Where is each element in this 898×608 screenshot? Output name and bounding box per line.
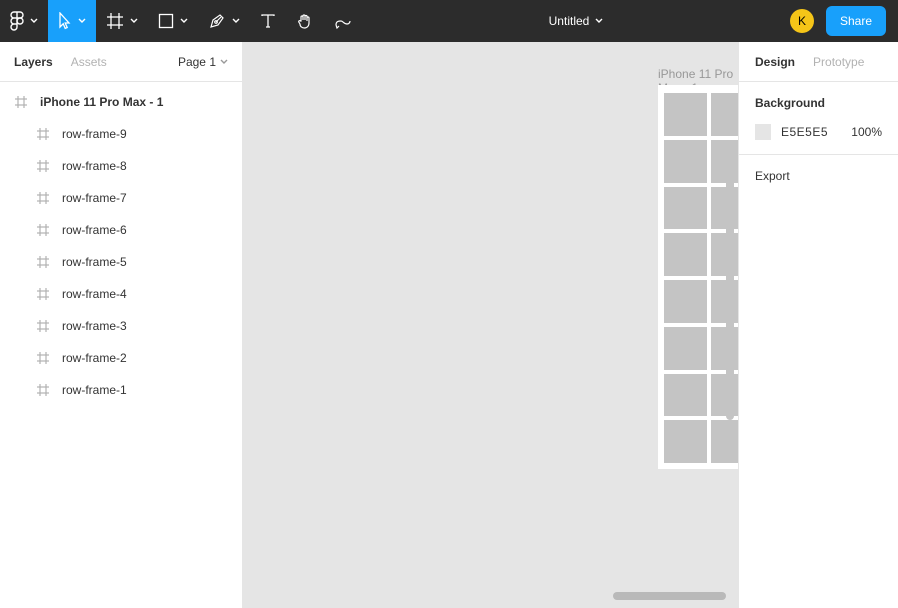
layer-label: row-frame-4 — [62, 287, 127, 301]
background-hex[interactable]: E5E5E5 — [781, 125, 828, 139]
frame-icon — [14, 95, 28, 109]
shape-tool-button[interactable] — [148, 0, 198, 42]
layer-label: row-frame-3 — [62, 319, 127, 333]
grid-cell[interactable] — [664, 280, 707, 323]
layer-item[interactable]: row-frame-8 — [0, 150, 242, 182]
pencil-draw-icon — [334, 12, 352, 30]
text-tool-button[interactable] — [250, 0, 286, 42]
layer-item[interactable]: row-frame-3 — [0, 310, 242, 342]
chevron-down-icon — [595, 18, 603, 24]
pen-tool-button[interactable] — [198, 0, 250, 42]
layer-label: row-frame-1 — [62, 383, 127, 397]
layer-item[interactable]: row-frame-7 — [0, 182, 242, 214]
figma-menu-button[interactable] — [0, 0, 48, 42]
vertical-scrollbar[interactable] — [726, 140, 734, 420]
grid-cell[interactable] — [711, 420, 738, 463]
user-avatar[interactable]: K — [790, 9, 814, 33]
tab-prototype[interactable]: Prototype — [813, 55, 864, 69]
grid-cell[interactable] — [664, 140, 707, 183]
chevron-down-icon — [30, 18, 38, 24]
main-area: Layers Assets Page 1 iPhone 11 Pro Max -… — [0, 42, 898, 608]
tab-design[interactable]: Design — [755, 55, 795, 69]
layer-item[interactable]: row-frame-2 — [0, 342, 242, 374]
background-section: Background E5E5E5 100% — [739, 82, 898, 155]
layer-item[interactable]: row-frame-4 — [0, 278, 242, 310]
frame-icon — [36, 255, 50, 269]
layers-list: iPhone 11 Pro Max - 1 row-frame-9 row-fram… — [0, 82, 242, 410]
tab-layers[interactable]: Layers — [14, 55, 53, 69]
left-panel: Layers Assets Page 1 iPhone 11 Pro Max -… — [0, 42, 243, 608]
page-label: Page 1 — [178, 55, 216, 69]
grid-row — [664, 93, 738, 136]
text-icon — [260, 13, 276, 29]
share-button[interactable]: Share — [826, 6, 886, 36]
grid-cell[interactable] — [664, 187, 707, 230]
comment-tool-button[interactable] — [324, 0, 362, 42]
layer-item[interactable]: row-frame-6 — [0, 214, 242, 246]
figma-logo-icon — [10, 11, 24, 31]
right-panel-tabs: Design Prototype — [739, 42, 898, 82]
layer-label: iPhone 11 Pro Max - 1 — [40, 95, 163, 109]
chevron-down-icon — [180, 18, 188, 24]
hand-icon — [296, 12, 314, 30]
layer-item[interactable]: row-frame-1 — [0, 374, 242, 406]
background-swatch[interactable] — [755, 124, 771, 140]
background-title: Background — [755, 96, 882, 110]
frame-icon — [36, 127, 50, 141]
move-tool-button[interactable] — [48, 0, 96, 42]
layer-label: row-frame-9 — [62, 127, 127, 141]
hand-tool-button[interactable] — [286, 0, 324, 42]
grid-cell[interactable] — [664, 233, 707, 276]
background-opacity[interactable]: 100% — [851, 125, 882, 139]
pen-icon — [208, 12, 226, 30]
frame-icon — [106, 12, 124, 30]
frame-icon — [36, 351, 50, 365]
avatar-initial: K — [798, 14, 806, 28]
frame-icon — [36, 383, 50, 397]
export-section[interactable]: Export — [739, 155, 898, 197]
frame-icon — [36, 319, 50, 333]
background-row[interactable]: E5E5E5 100% — [755, 124, 882, 140]
chevron-down-icon — [232, 18, 240, 24]
chevron-down-icon — [130, 18, 138, 24]
grid-cell[interactable] — [664, 374, 707, 417]
share-button-label: Share — [840, 14, 872, 28]
grid-cell[interactable] — [664, 420, 707, 463]
cursor-icon — [58, 12, 72, 30]
layer-label: row-frame-7 — [62, 191, 127, 205]
frame-tool-button[interactable] — [96, 0, 148, 42]
frame-icon — [36, 159, 50, 173]
page-selector[interactable]: Page 1 — [178, 55, 228, 69]
document-title-text: Untitled — [549, 14, 590, 28]
horizontal-scrollbar[interactable] — [613, 592, 726, 600]
layer-label: row-frame-8 — [62, 159, 127, 173]
layer-label: row-frame-2 — [62, 351, 127, 365]
grid-cell[interactable] — [664, 327, 707, 370]
layer-item[interactable]: row-frame-9 — [0, 118, 242, 150]
right-panel: Design Prototype Background E5E5E5 100% … — [738, 42, 898, 608]
layer-root[interactable]: iPhone 11 Pro Max - 1 — [0, 86, 242, 118]
chevron-down-icon — [78, 18, 86, 24]
rectangle-icon — [158, 13, 174, 29]
grid-row — [664, 420, 738, 463]
tab-assets[interactable]: Assets — [71, 55, 107, 69]
layer-item[interactable]: row-frame-5 — [0, 246, 242, 278]
grid-cell[interactable] — [711, 93, 738, 136]
left-panel-tabs: Layers Assets Page 1 — [0, 42, 242, 82]
layer-label: row-frame-5 — [62, 255, 127, 269]
top-toolbar: Untitled K Share — [0, 0, 898, 42]
frame-icon — [36, 287, 50, 301]
frame-icon — [36, 191, 50, 205]
grid-cell[interactable] — [664, 93, 707, 136]
canvas[interactable]: iPhone 11 Pro Max - 1 — [243, 42, 738, 608]
document-title[interactable]: Untitled — [549, 0, 604, 42]
chevron-down-icon — [220, 59, 228, 65]
layer-label: row-frame-6 — [62, 223, 127, 237]
frame-icon — [36, 223, 50, 237]
